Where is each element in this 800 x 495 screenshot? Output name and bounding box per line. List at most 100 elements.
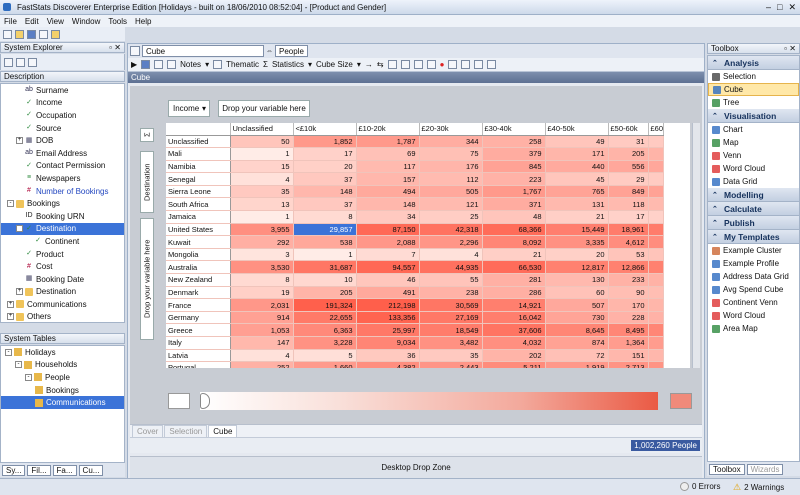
expand-toggle-icon[interactable]: -: [16, 225, 23, 233]
toolbox-item[interactable]: Cube: [708, 83, 799, 96]
cube-cell[interactable]: 1,053: [230, 323, 294, 337]
row-header[interactable]: Kuwait: [166, 235, 231, 249]
thematic-button[interactable]: Thematic: [226, 60, 259, 69]
toolbox-section-visualisation[interactable]: ⌃ Visualisation: [708, 109, 799, 123]
cube-cell[interactable]: 117: [356, 160, 420, 174]
cube-cell[interactable]: 72: [545, 349, 609, 363]
cube-cell[interactable]: 20: [293, 160, 357, 174]
cube-cell[interactable]: 371: [482, 197, 546, 212]
cube-cell[interactable]: 36: [356, 349, 420, 363]
layout-3-icon[interactable]: [413, 60, 423, 69]
row-header[interactable]: Unclassified: [166, 135, 231, 149]
cube-grid[interactable]: Unclassified <£10k £10-20k £20-30k £30-40k £4…: [166, 123, 690, 368]
cube-cell[interactable]: 2,443: [419, 361, 483, 368]
cube-cell[interactable]: 874: [545, 336, 609, 350]
view-tab-cube[interactable]: Cube: [208, 424, 238, 438]
left-panel-tab[interactable]: Cu...: [78, 464, 104, 476]
cube-cell[interactable]: 1,660: [293, 361, 357, 368]
row-header[interactable]: Latvia: [166, 349, 231, 363]
cube-cell[interactable]: 87,150: [356, 223, 420, 237]
table-item[interactable]: - People: [1, 371, 124, 384]
cube-cell[interactable]: 37,606: [482, 323, 546, 337]
toolbox-item[interactable]: Continent Venn: [708, 296, 799, 309]
toolbox-item[interactable]: Example Cluster: [708, 244, 799, 257]
sigma-icon[interactable]: Σ: [263, 60, 268, 69]
row-header[interactable]: Jamaica: [166, 210, 231, 224]
cube-cell[interactable]: 37: [293, 172, 357, 186]
view-tab-cover[interactable]: Cover: [132, 424, 164, 438]
cube-cell[interactable]: 29,857: [293, 223, 357, 237]
cube-cell[interactable]: 46: [356, 273, 420, 287]
cube-cell[interactable]: 18,961: [608, 223, 649, 237]
cube-cell[interactable]: 505: [419, 185, 483, 199]
close-icon[interactable]: ✕: [114, 43, 121, 52]
cube-cell[interactable]: 31: [608, 135, 649, 149]
cube-cell[interactable]: 3,228: [293, 336, 357, 350]
swap-axes-icon[interactable]: ⇆: [377, 60, 384, 69]
search-icon[interactable]: [16, 57, 25, 67]
cube-cell[interactable]: 7: [356, 248, 420, 262]
explorer-item[interactable]: ✓ Source: [1, 122, 124, 135]
cube-cell[interactable]: 292: [230, 235, 294, 249]
cube-cell[interactable]: 8,645: [545, 323, 609, 337]
left-panel-tab[interactable]: Fil...: [27, 464, 51, 476]
toolbox-item[interactable]: Chart: [708, 123, 799, 136]
column-drop-zone[interactable]: Drop your variable here: [218, 100, 310, 117]
row-header[interactable]: Italy: [166, 336, 231, 350]
cube-cell[interactable]: 6,363: [293, 323, 357, 337]
row-header[interactable]: New Zealand: [166, 273, 231, 287]
cube-cell[interactable]: 50: [230, 135, 294, 149]
cube-cell[interactable]: 21: [545, 210, 609, 224]
row-header[interactable]: Mongolia: [166, 248, 231, 262]
cube-cell[interactable]: 4: [230, 172, 294, 186]
filter-icon[interactable]: [4, 57, 13, 67]
row-header[interactable]: Namibia: [166, 160, 231, 174]
toolbox-section-analysis[interactable]: ⌃ Analysis: [708, 56, 799, 70]
left-panel-tab[interactable]: Fa...: [52, 464, 77, 476]
settings-icon[interactable]: [487, 60, 497, 69]
explorer-item[interactable]: + ▦ DOB: [1, 134, 124, 147]
system-tables-tree[interactable]: - Holidays - Households - People Bookings Commu…: [0, 345, 125, 463]
view-tab-selection[interactable]: Selection: [164, 424, 208, 438]
pin-icon[interactable]: ▫: [784, 44, 787, 53]
cube-cell[interactable]: 17: [293, 147, 357, 161]
column-header[interactable]: £50-60k: [608, 123, 649, 136]
swap-icon[interactable]: ⇔: [266, 48, 273, 55]
column-header[interactable]: £20-30k: [419, 123, 483, 136]
cube-cell[interactable]: 44,935: [419, 260, 483, 275]
cube-cell[interactable]: 133,356: [356, 311, 420, 325]
cube-cell[interactable]: 12,817: [545, 260, 609, 275]
cube-cell[interactable]: 202: [482, 349, 546, 363]
cube-cell[interactable]: 90: [608, 286, 649, 300]
cube-cell[interactable]: 8,495: [608, 323, 649, 337]
scale-slider-handle[interactable]: [200, 393, 210, 409]
toolbox-item[interactable]: Tree: [708, 96, 799, 109]
row-header[interactable]: Australia: [166, 260, 231, 275]
toolbox-item[interactable]: Data Grid: [708, 175, 799, 188]
table-item[interactable]: - Households: [1, 359, 124, 372]
statistics-button[interactable]: Statistics: [272, 60, 304, 69]
toolbox-item[interactable]: Selection: [708, 70, 799, 83]
cube-cell[interactable]: 42,318: [419, 223, 483, 237]
explorer-tree[interactable]: ab Surname ✓ Income ✓ Occupation ✓ Source + ▦ DOB a…: [0, 83, 125, 323]
cube-cell[interactable]: 2,713: [608, 361, 649, 368]
menu-file[interactable]: File: [4, 17, 17, 26]
cube-cell[interactable]: 1: [230, 147, 294, 161]
cube-cell[interactable]: 18,549: [419, 323, 483, 337]
cube-cell[interactable]: 55: [419, 273, 483, 287]
cube-cell[interactable]: 730: [545, 311, 609, 325]
chart-icon[interactable]: [461, 60, 471, 69]
explorer-item[interactable]: + Destination: [1, 286, 124, 299]
close-icon[interactable]: ✕: [788, 2, 796, 13]
cube-cell[interactable]: 765: [545, 185, 609, 199]
desktop-drop-zone[interactable]: Desktop Drop Zone: [130, 456, 702, 478]
toolbox-tab-wizards[interactable]: Wizards: [746, 463, 784, 475]
cube-cell[interactable]: 53: [608, 248, 649, 262]
cube-cell[interactable]: 3: [230, 248, 294, 262]
toolbox-item[interactable]: Example Profile: [708, 257, 799, 270]
save-icon[interactable]: [27, 29, 36, 39]
cube-cell[interactable]: 21: [482, 248, 546, 262]
map-icon[interactable]: [474, 60, 484, 69]
cube-cell[interactable]: 1,767: [482, 185, 546, 199]
toolbox-section-modelling[interactable]: ⌃ Modelling: [708, 188, 799, 202]
